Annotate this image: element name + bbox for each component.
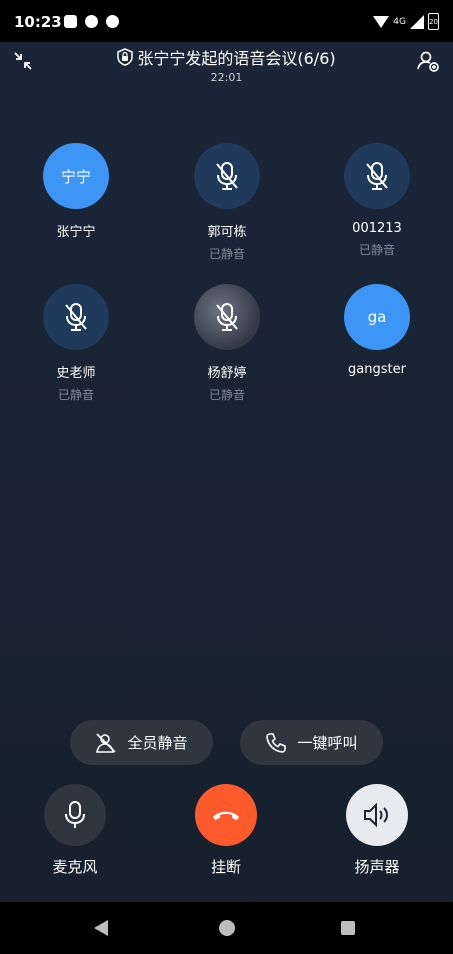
mic-muted-icon bbox=[216, 162, 238, 190]
avatar bbox=[194, 284, 260, 350]
participant-status: 已静音 bbox=[57, 388, 94, 402]
participant-tile[interactable]: 宁宁 张宁宁 bbox=[16, 143, 136, 245]
call-all-label: 一键呼叫 bbox=[297, 734, 358, 752]
participant-name: 郭可栋 bbox=[207, 225, 247, 240]
participant-tile[interactable]: ga gangster bbox=[317, 284, 437, 382]
avatar-initials: ga bbox=[367, 308, 387, 326]
home-icon[interactable] bbox=[219, 920, 235, 936]
participant-status: 已静音 bbox=[208, 247, 245, 261]
avatar-initials: 宁宁 bbox=[60, 167, 91, 186]
hangup-icon bbox=[213, 811, 239, 820]
avatar bbox=[43, 284, 109, 350]
mute-all-label: 全员静音 bbox=[127, 734, 188, 752]
participant-name: gangster bbox=[348, 362, 406, 377]
call-title: 张宁宁发起的语音会议(6/6) bbox=[117, 45, 336, 69]
wifi-icon bbox=[373, 15, 390, 28]
avatar bbox=[344, 143, 410, 209]
system-nav-bar bbox=[0, 902, 453, 954]
recent-apps-icon[interactable] bbox=[341, 921, 355, 935]
mute-all-button[interactable]: 全员静音 bbox=[70, 720, 213, 765]
avatar bbox=[194, 143, 260, 209]
shield-lock-icon bbox=[117, 48, 134, 66]
mic-muted-icon bbox=[216, 303, 238, 331]
participant-tile[interactable]: 史老师 已静音 bbox=[16, 284, 136, 403]
signal-icon bbox=[410, 14, 424, 29]
mic-label: 麦克风 bbox=[52, 858, 98, 876]
mic-button[interactable] bbox=[44, 784, 106, 846]
add-participant-button[interactable] bbox=[413, 46, 443, 76]
call-header: 张宁宁发起的语音会议(6/6) 22:01 bbox=[0, 42, 453, 84]
battery-level: 20 bbox=[429, 17, 438, 26]
avatar: ga bbox=[344, 284, 410, 350]
call-screen: 10:23 4G 20 张宁宁发起的语音会议(6/6) 22:01 宁宁 张宁宁… bbox=[0, 0, 453, 954]
hangup-control[interactable]: 挂断 bbox=[176, 784, 276, 877]
participant-name: 001213 bbox=[352, 221, 402, 236]
participant-tile[interactable]: 郭可栋 已静音 bbox=[167, 143, 287, 262]
app-notification-icon bbox=[85, 15, 98, 28]
participant-tile[interactable]: 001213 已静音 bbox=[317, 143, 437, 258]
mic-muted-icon bbox=[65, 303, 87, 331]
participant-status: 已静音 bbox=[358, 243, 395, 257]
status-icons-right: 4G 20 bbox=[373, 13, 439, 30]
mic-muted-icon bbox=[366, 162, 388, 190]
participant-name: 杨舒婷 bbox=[207, 366, 247, 381]
phone-icon bbox=[266, 732, 287, 753]
speaker-icon bbox=[364, 802, 388, 828]
speaker-label: 扬声器 bbox=[354, 858, 400, 876]
call-title-text: 张宁宁发起的语音会议(6/6) bbox=[137, 49, 336, 68]
back-icon[interactable] bbox=[94, 920, 108, 936]
mute-all-icon bbox=[96, 732, 117, 753]
avatar: 宁宁 bbox=[43, 143, 109, 209]
mic-icon bbox=[65, 801, 85, 828]
call-duration: 22:01 bbox=[210, 71, 243, 84]
participant-name: 史老师 bbox=[56, 366, 96, 381]
network-type: 4G bbox=[393, 16, 406, 27]
speaker-control[interactable]: 扬声器 bbox=[327, 784, 427, 877]
participant-tile[interactable]: 杨舒婷 已静音 bbox=[167, 284, 287, 403]
participant-status: 已静音 bbox=[208, 388, 245, 402]
participant-name: 张宁宁 bbox=[56, 225, 96, 240]
status-time: 10:23 bbox=[14, 13, 62, 31]
battery-icon: 20 bbox=[428, 13, 439, 30]
notification-icons bbox=[64, 15, 119, 28]
speaker-button[interactable] bbox=[346, 784, 408, 846]
app-notification-icon-2 bbox=[106, 15, 119, 28]
mic-control[interactable]: 麦克风 bbox=[25, 784, 125, 877]
image-notification-icon bbox=[64, 15, 77, 28]
add-participant-icon bbox=[417, 51, 439, 72]
hangup-label: 挂断 bbox=[210, 858, 241, 876]
hangup-button[interactable] bbox=[195, 784, 257, 846]
call-all-button[interactable]: 一键呼叫 bbox=[240, 720, 383, 765]
status-bar: 10:23 4G 20 bbox=[0, 0, 453, 42]
